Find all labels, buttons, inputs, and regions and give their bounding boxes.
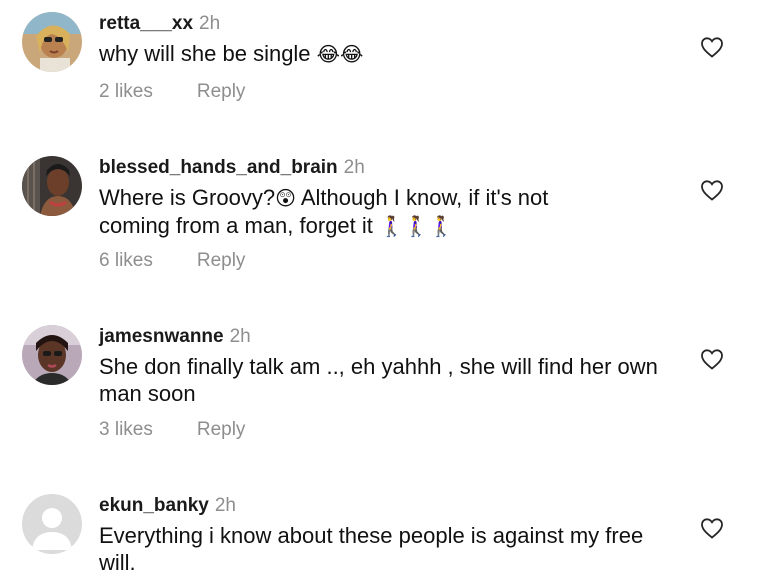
comment-timestamp: 2h <box>199 13 221 34</box>
comment-timestamp: 2h <box>343 157 365 178</box>
likes-count[interactable]: 6 likes <box>99 250 153 271</box>
avatar[interactable] <box>22 325 82 385</box>
profile-photo-icon <box>22 156 82 216</box>
astonished-emoji: 😲 <box>275 186 296 210</box>
comment-text: why will she be single 😂😂 <box>99 40 679 68</box>
comment-body-line2: coming from a man, forget it <box>99 213 373 238</box>
profile-photo-icon <box>22 12 82 72</box>
comment-meta: blessed_hands_and_brain 2h <box>99 157 365 179</box>
heart-outline-icon[interactable] <box>700 348 724 370</box>
comment-username[interactable]: blessed_hands_and_brain <box>99 157 338 178</box>
reply-button[interactable]: Reply <box>197 81 246 102</box>
comment-body: why will she be single <box>99 41 311 66</box>
heart-outline-icon[interactable] <box>700 179 724 201</box>
comments-list: retta___xx 2h why will she be single 😂😂 2… <box>0 0 768 575</box>
comment-username[interactable]: jamesnwanne <box>99 326 224 347</box>
comment-username[interactable]: ekun_banky <box>99 495 209 516</box>
comment-body: Where is Groovy? <box>99 185 276 210</box>
reply-button[interactable]: Reply <box>197 419 246 440</box>
comment-meta: jamesnwanne 2h <box>99 326 251 348</box>
likes-count[interactable]: 3 likes <box>99 419 153 440</box>
comment-actions: 2 likes Reply <box>99 81 245 103</box>
avatar[interactable] <box>22 494 82 554</box>
comment-body-cont: Although I know, if it's not <box>295 185 549 210</box>
comment-text: Everything i know about these people is … <box>99 523 644 575</box>
comment-actions: 3 likes Reply <box>99 419 245 441</box>
avatar[interactable] <box>22 12 82 72</box>
comment-meta: retta___xx 2h <box>99 13 220 35</box>
comment-text: Where is Groovy?😲 Although I know, if it… <box>99 184 679 240</box>
comment-text: She don finally talk am .., eh yahhh , s… <box>99 354 658 406</box>
comment-timestamp: 2h <box>229 326 251 347</box>
comment-username[interactable]: retta___xx <box>99 13 193 34</box>
laughing-emoji: 😂😂 <box>316 42 364 66</box>
profile-photo-icon <box>22 325 82 385</box>
avatar[interactable] <box>22 156 82 216</box>
likes-count[interactable]: 2 likes <box>99 81 153 102</box>
heart-outline-icon[interactable] <box>700 517 724 539</box>
walking-emoji: 🚶‍♀️🚶‍♀️🚶‍♀️ <box>379 214 454 238</box>
default-avatar-icon <box>22 494 82 554</box>
comment-actions: 6 likes Reply <box>99 250 245 272</box>
reply-button[interactable]: Reply <box>197 250 246 271</box>
comment-timestamp: 2h <box>214 495 236 516</box>
heart-outline-icon[interactable] <box>700 36 724 58</box>
comment-meta: ekun_banky 2h <box>99 495 236 517</box>
